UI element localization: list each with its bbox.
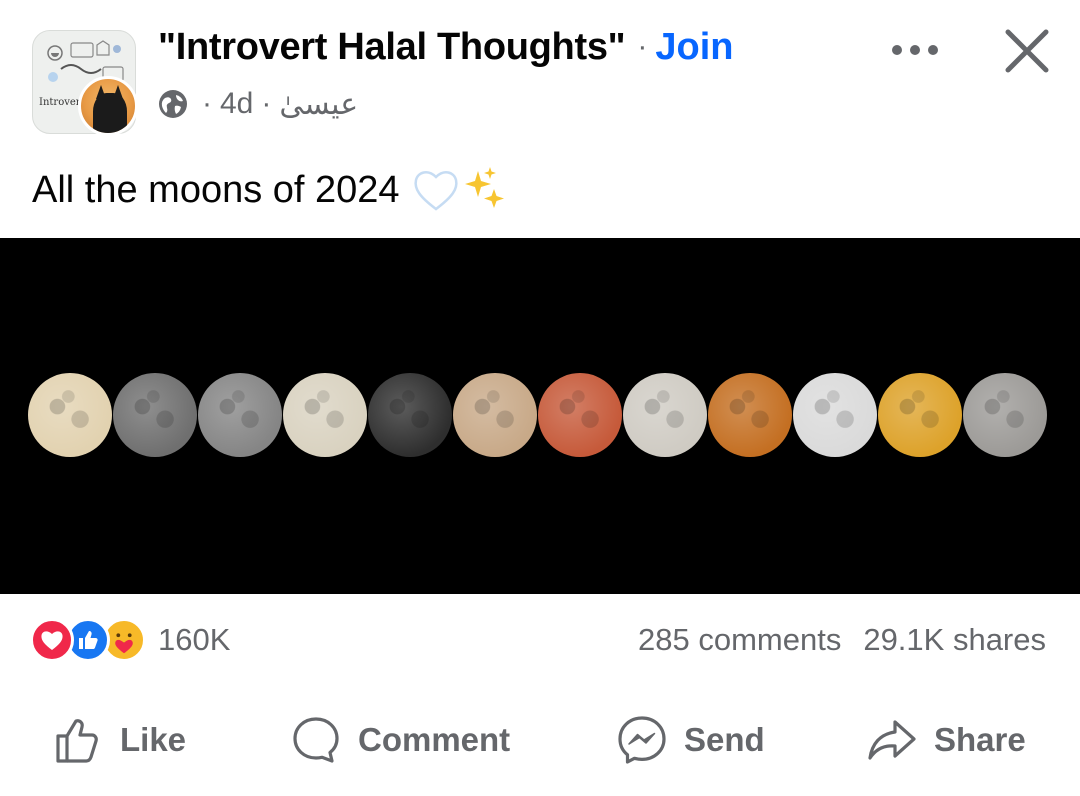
reactions-summary[interactable]: 160K: [30, 617, 230, 663]
comment-bubble-icon: [293, 717, 339, 763]
group-name-link[interactable]: "Introvert Halal Thoughts": [158, 26, 626, 69]
moon-12: [963, 373, 1047, 457]
more-dot: [892, 45, 902, 55]
like-label: Like: [120, 721, 187, 758]
reaction-count: 160K: [158, 622, 231, 657]
moon-2: [113, 373, 197, 457]
moon-4: [283, 373, 367, 457]
moon-3: [198, 373, 282, 457]
moon-9: [708, 373, 792, 457]
shares-count-link[interactable]: 29.1K shares: [863, 622, 1046, 658]
moon-7: [538, 373, 622, 457]
love-reaction-icon: [30, 618, 74, 662]
share-arrow-icon: [868, 720, 916, 760]
join-button[interactable]: Join: [655, 26, 733, 69]
comment-label: Comment: [358, 721, 511, 758]
more-options-button[interactable]: [880, 30, 950, 70]
post-stats: 160K 285 comments 29.1K shares: [0, 605, 1080, 675]
comments-count-link[interactable]: 285 comments: [638, 622, 841, 658]
engagement-counts: 285 comments 29.1K shares: [638, 619, 1046, 661]
avatar-silhouette: [93, 93, 127, 133]
moon-5: [368, 373, 452, 457]
moon-6: [453, 373, 537, 457]
meta-separator: ·: [202, 87, 212, 120]
share-label: Share: [934, 721, 1026, 758]
title-separator: ·: [637, 30, 648, 63]
globe-icon: [159, 90, 187, 118]
post-meta: · 4d · عيسىٰ: [158, 84, 358, 124]
title-row: "Introvert Halal Thoughts" · Join: [158, 22, 734, 72]
white-heart-emoji: [413, 171, 458, 211]
moon-1: [28, 373, 112, 457]
send-button[interactable]: Send: [616, 700, 765, 780]
caption-emoji: [412, 165, 508, 215]
moons-row: [28, 373, 1060, 459]
like-button[interactable]: Like: [52, 700, 186, 780]
thumbs-up-icon: [56, 719, 98, 763]
send-label: Send: [684, 721, 765, 758]
action-bar: Like Comment Send Share: [0, 700, 1080, 780]
author-name[interactable]: عيسىٰ: [279, 87, 358, 122]
meta-separator: ·: [261, 87, 272, 120]
more-dot: [928, 45, 938, 55]
moon-10: [793, 373, 877, 457]
messenger-icon: [618, 716, 666, 764]
close-icon[interactable]: [1000, 24, 1054, 78]
author-avatar[interactable]: [78, 76, 138, 136]
post-time[interactable]: 4d: [220, 87, 253, 121]
moon-8: [623, 373, 707, 457]
more-dot: [910, 45, 920, 55]
moon-11: [878, 373, 962, 457]
sparkles-emoji: [464, 167, 504, 208]
post-header: Introvert "Introvert Halal Thoughts" · J…: [0, 0, 1080, 150]
caption-text: All the moons of 2024: [32, 168, 400, 211]
post-image[interactable]: [0, 238, 1080, 594]
post-caption: All the moons of 2024: [32, 162, 508, 218]
share-button[interactable]: Share: [866, 700, 1026, 780]
comment-button[interactable]: Comment: [290, 700, 510, 780]
